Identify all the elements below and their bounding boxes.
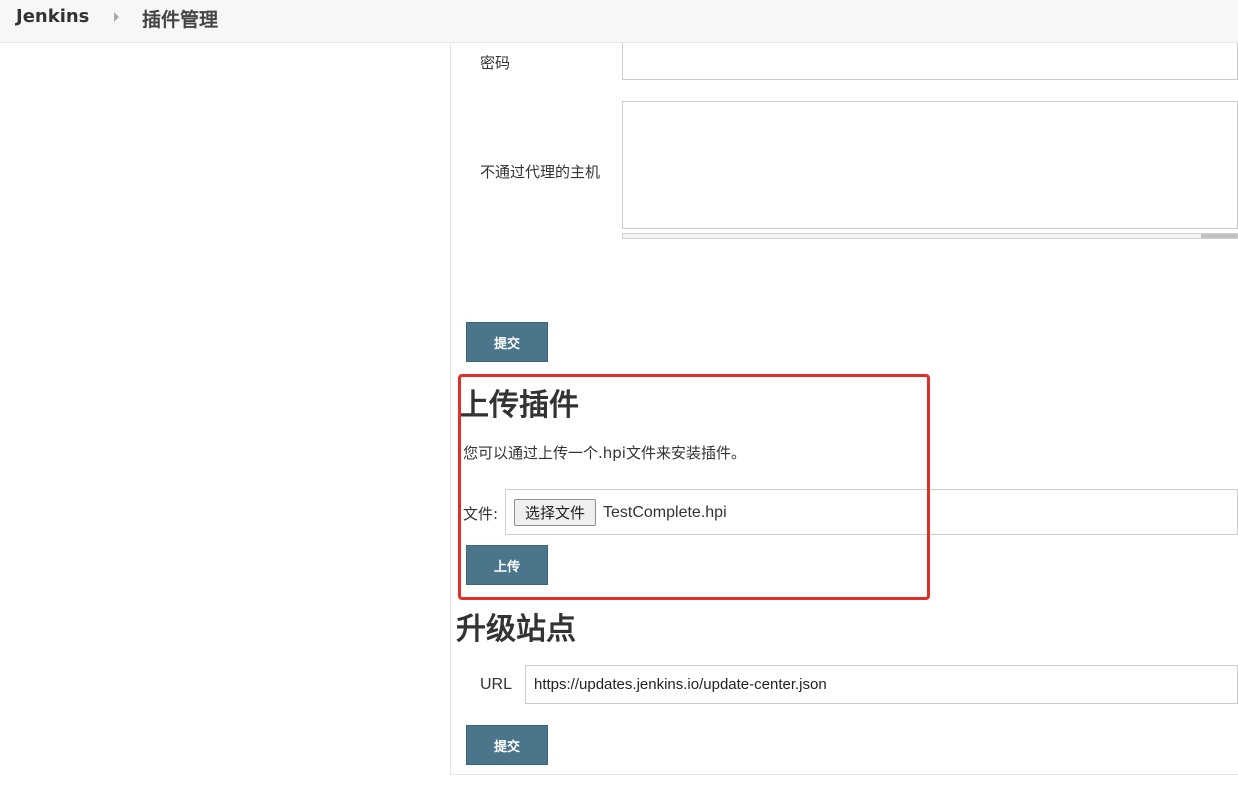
no-proxy-hosts-textarea[interactable] (622, 101, 1238, 229)
scrollbar-thumb[interactable] (1201, 234, 1237, 238)
upload-plugin-description: 您可以通过上传一个.hpi文件来安装插件。 (463, 444, 746, 462)
jenkins-home-link[interactable]: Jenkins (16, 6, 89, 27)
top-bar: Jenkins 插件管理 (0, 0, 1238, 43)
update-site-submit-button[interactable]: 提交 (466, 725, 548, 765)
textarea-horizontal-scrollbar[interactable] (622, 233, 1238, 239)
choose-file-button[interactable]: 选择文件 (514, 499, 597, 526)
update-site-url-input[interactable] (525, 665, 1238, 704)
update-site-title: 升级站点 (456, 612, 576, 647)
password-label: 密码 (480, 54, 511, 72)
selected-file-name: TestComplete.hpi (603, 504, 727, 521)
upload-plugin-title: 上传插件 (459, 388, 579, 423)
breadcrumb-chevron-icon (114, 12, 119, 22)
upload-button[interactable]: 上传 (466, 545, 548, 585)
file-label: 文件: (463, 505, 499, 523)
password-input[interactable] (622, 43, 1238, 80)
file-input[interactable]: 选择文件 TestComplete.hpi (505, 489, 1238, 535)
no-proxy-hosts-label: 不通过代理的主机 (480, 163, 601, 181)
proxy-submit-button[interactable]: 提交 (466, 322, 548, 362)
url-label: URL (480, 676, 513, 693)
breadcrumb-current[interactable]: 插件管理 (142, 5, 218, 32)
